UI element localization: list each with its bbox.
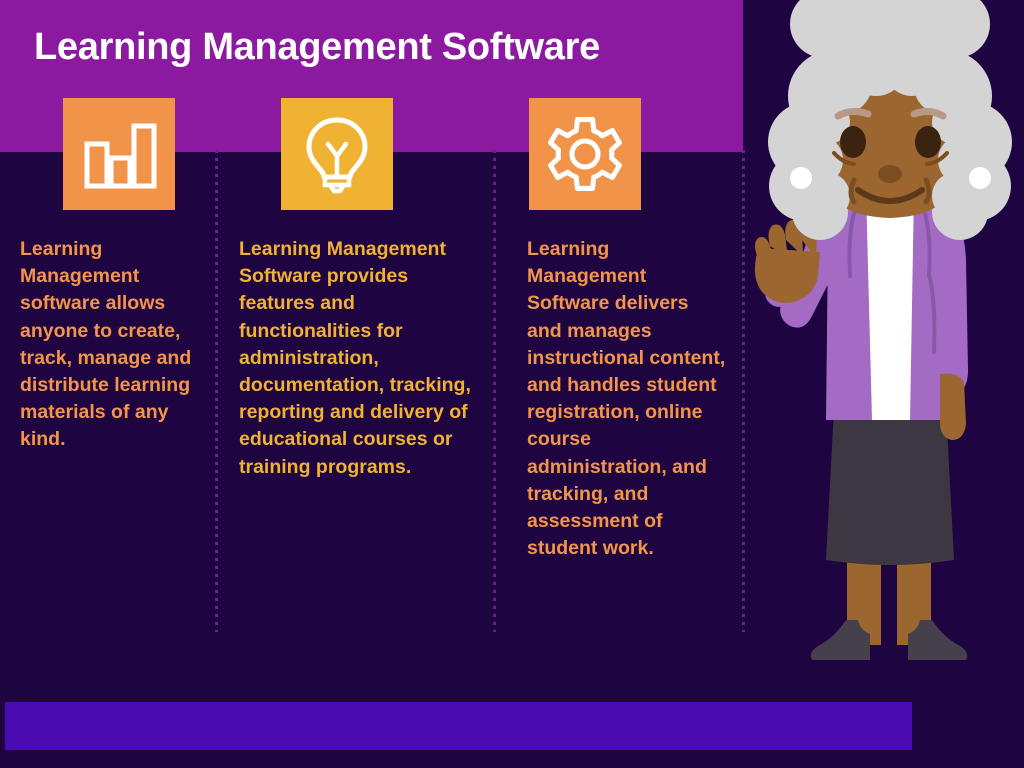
- icon-box-2: [281, 98, 393, 210]
- column-2-body: Learning Management Software provides fe…: [239, 238, 477, 478]
- waving-woman-illustration: [742, 0, 1024, 700]
- lightbulb-icon: [306, 117, 368, 194]
- content-column-2: Learning Management Software provides fe…: [239, 98, 479, 481]
- page-title: Learning Management Software: [34, 26, 600, 68]
- bar-chart-icon: [84, 123, 157, 189]
- column-divider-2: [493, 150, 496, 632]
- column-divider-1: [215, 150, 218, 632]
- content-column-1: Learning Management software allows anyo…: [20, 98, 210, 454]
- slide-canvas: Learning Management Software Learning Ma…: [0, 0, 1024, 768]
- bottom-accent-bar: [5, 702, 912, 750]
- column-1-body: Learning Management software allows anyo…: [20, 238, 197, 451]
- icon-box-1: [63, 98, 175, 210]
- icon-box-3: [529, 98, 641, 210]
- gear-icon: [548, 117, 622, 191]
- content-column-3: Learning Management Software delivers an…: [527, 98, 732, 562]
- column-3-body: Learning Management Software delivers an…: [527, 238, 737, 560]
